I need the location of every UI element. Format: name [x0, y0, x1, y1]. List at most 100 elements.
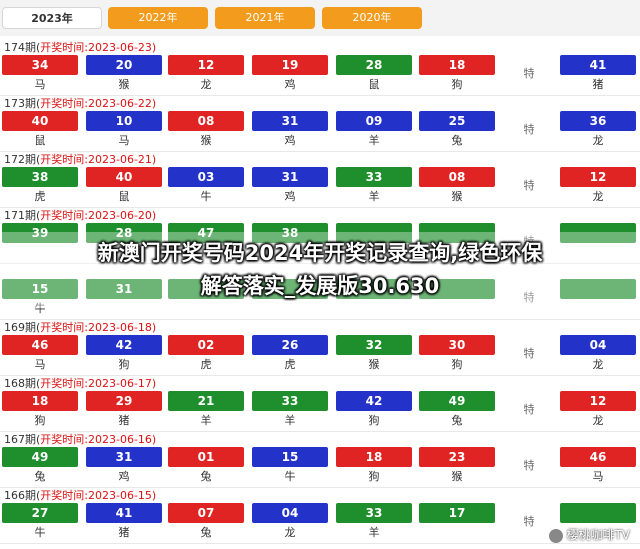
zodiac-label: 兔	[168, 524, 244, 542]
draw-title: 171期(开奖时间:2023-06-20)	[4, 207, 156, 223]
draw-time: 开奖时间:2023-06-20)	[40, 209, 157, 222]
special-ball: 04	[560, 335, 636, 355]
zodiac-label: 羊	[168, 412, 244, 430]
draw-title: 169期(开奖时间:2023-06-18)	[4, 319, 156, 335]
zodiac-label: 羊	[336, 132, 412, 150]
special-marker: 特	[523, 459, 535, 472]
number-ball: 40	[2, 111, 78, 131]
number-ball: 12	[168, 55, 244, 75]
special-ball: 36	[560, 111, 636, 131]
number-ball: 26	[252, 335, 328, 355]
number-ball: 42	[86, 335, 162, 355]
number-ball: 09	[336, 111, 412, 131]
zodiac-label: 鸡	[252, 132, 328, 150]
draw-time: 开奖时间:2023-06-18)	[40, 321, 157, 334]
draw-time: 开奖时间:2023-06-16)	[40, 433, 157, 446]
number-ball: 07	[168, 503, 244, 523]
zodiac-label: 狗	[336, 412, 412, 430]
number-ball: 20	[86, 55, 162, 75]
special-ball: 41	[560, 55, 636, 75]
draw-title: 168期(开奖时间:2023-06-17)	[4, 375, 156, 391]
number-ball: 31	[86, 447, 162, 467]
draw-issue: 168期(	[4, 377, 41, 390]
zodiac-label	[419, 524, 495, 542]
special-marker: 特	[523, 347, 535, 360]
year-tabs: 2023年 2022年 2021年 2020年	[0, 0, 640, 36]
draw-title: 172期(开奖时间:2023-06-21)	[4, 151, 156, 167]
zodiac-label: 猴	[86, 76, 162, 94]
zodiac-label: 鼠	[2, 132, 78, 150]
overlay-headline: 新澳门开奖号码2024年开奖记录查询,绿色环保 解答落实_发展版30.630	[20, 237, 620, 303]
number-ball: 08	[419, 167, 495, 187]
tab-2021[interactable]: 2021年	[215, 7, 315, 29]
watermark-text: 樱桃咖啡TV	[566, 528, 630, 542]
zodiac-label: 兔	[168, 468, 244, 486]
draw-time: 开奖时间:2023-06-21)	[40, 153, 157, 166]
zodiac-label: 兔	[419, 412, 495, 430]
number-ball: 30	[419, 335, 495, 355]
draw-time: 开奖时间:2023-06-15)	[40, 489, 157, 502]
zodiac-label: 羊	[336, 188, 412, 206]
zodiac-label: 虎	[168, 356, 244, 374]
special-zodiac-label: 猪	[560, 76, 636, 94]
special-ball: 12	[560, 391, 636, 411]
number-ball: 40	[86, 167, 162, 187]
special-zodiac-label: 龙	[560, 356, 636, 374]
zodiac-label: 猴	[419, 468, 495, 486]
number-ball: 38	[2, 167, 78, 187]
number-ball: 03	[168, 167, 244, 187]
draw-row: 172期(开奖时间:2023-06-21) 38 虎 40 鼠 03 牛 31 鸡 33 羊 08 猴 特…	[0, 150, 640, 209]
draw-issue: 174期(	[4, 41, 41, 54]
number-ball: 15	[252, 447, 328, 467]
zodiac-label: 狗	[86, 356, 162, 374]
special-marker: 特	[523, 403, 535, 416]
draw-row: 169期(开奖时间:2023-06-18) 46 马 42 狗 02 虎 26 虎 32 猴 30 狗特…	[0, 318, 640, 377]
number-ball: 04	[252, 503, 328, 523]
draw-row: 166期(开奖时间:2023-06-15) 27 牛 41 猪 07 兔 04 龙 33 羊 17 特	[0, 486, 640, 545]
draw-title: 166期(开奖时间:2023-06-15)	[4, 487, 156, 503]
draw-time: 开奖时间:2023-06-17)	[40, 377, 157, 390]
zodiac-label: 鼠	[336, 76, 412, 94]
zodiac-label: 猪	[86, 412, 162, 430]
number-ball: 23	[419, 447, 495, 467]
zodiac-label: 鼠	[86, 188, 162, 206]
zodiac-label: 狗	[336, 468, 412, 486]
draw-issue: 167期(	[4, 433, 41, 446]
draw-time: 开奖时间:2023-06-22)	[40, 97, 157, 110]
zodiac-label: 马	[2, 356, 78, 374]
zodiac-label: 龙	[168, 76, 244, 94]
number-ball: 31	[252, 111, 328, 131]
zodiac-label: 羊	[252, 412, 328, 430]
draw-row: 174期(开奖时间:2023-06-23) 34 马 20 猴 12 龙 19 鸡 28 鼠 18 狗 特…	[0, 38, 640, 97]
draw-row: 173期(开奖时间:2023-06-22) 40 鼠 10 马 08 猴 31 鸡 09 羊 25 兔 特…	[0, 94, 640, 153]
number-ball: 29	[86, 391, 162, 411]
draw-issue: 169期(	[4, 321, 41, 334]
zodiac-label: 鸡	[86, 468, 162, 486]
draw-title: 174期(开奖时间:2023-06-23)	[4, 39, 156, 55]
special-marker: 特	[523, 515, 535, 528]
tab-2023[interactable]: 2023年	[2, 7, 102, 29]
draw-row: 168期(开奖时间:2023-06-17) 18 狗 29 猪 21 羊 33 羊 42 狗 49 兔特…	[0, 374, 640, 433]
tab-2020[interactable]: 2020年	[322, 7, 422, 29]
zodiac-label: 虎	[252, 356, 328, 374]
number-ball: 49	[419, 391, 495, 411]
overlay-line-2: 解答落实_发展版30.630	[200, 274, 440, 298]
special-ball	[560, 503, 636, 523]
tab-2022[interactable]: 2022年	[108, 7, 208, 29]
number-ball: 41	[86, 503, 162, 523]
overlay-line-1: 新澳门开奖号码2024年开奖记录查询,绿色环保	[97, 241, 543, 265]
zodiac-label: 虎	[2, 188, 78, 206]
number-ball: 25	[419, 111, 495, 131]
number-ball: 27	[2, 503, 78, 523]
special-zodiac-label: 龙	[560, 132, 636, 150]
draw-issue: 172期(	[4, 153, 41, 166]
zodiac-label: 鸡	[252, 188, 328, 206]
number-ball: 21	[168, 391, 244, 411]
draw-time: 开奖时间:2023-06-23)	[40, 41, 157, 54]
zodiac-label: 兔	[419, 132, 495, 150]
watermark-logo-icon	[549, 528, 564, 543]
number-ball: 28	[336, 55, 412, 75]
draw-issue: 171期(	[4, 209, 41, 222]
zodiac-label: 猴	[419, 188, 495, 206]
number-ball: 49	[2, 447, 78, 467]
